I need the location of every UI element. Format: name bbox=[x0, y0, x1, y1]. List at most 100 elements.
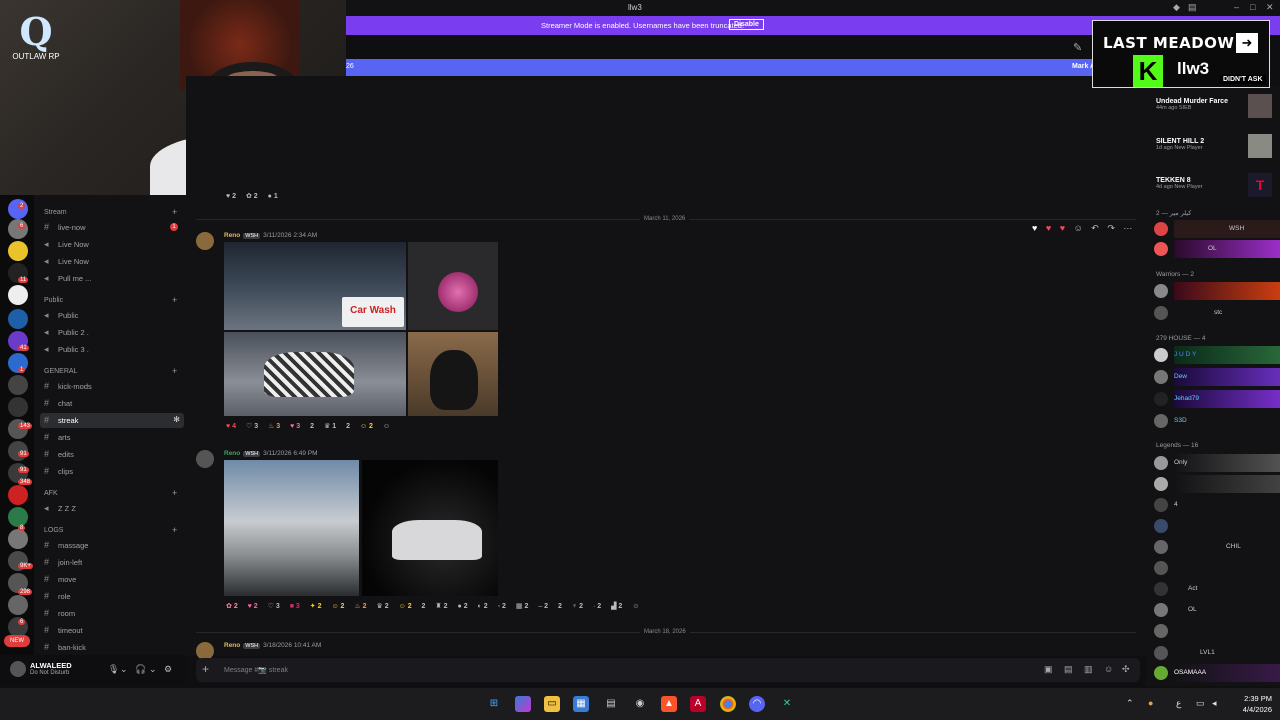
member-item[interactable]: S3D bbox=[1154, 412, 1276, 430]
skyline-photo[interactable] bbox=[224, 460, 359, 596]
gear-icon[interactable]: ⚙ bbox=[164, 664, 172, 675]
copilot-icon[interactable] bbox=[515, 696, 531, 712]
heart-icon[interactable]: ♥ bbox=[1032, 223, 1037, 233]
reaction-emoji[interactable]: 2 bbox=[558, 603, 562, 610]
channel-join-left[interactable]: # join-left bbox=[40, 555, 184, 570]
message-author[interactable]: Reno bbox=[224, 232, 240, 239]
reaction-emoji[interactable]: ♛ 2 bbox=[377, 602, 389, 610]
add-channel-icon[interactable]: + bbox=[172, 525, 177, 535]
member-item[interactable]: Dew bbox=[1154, 368, 1280, 386]
category-stream[interactable]: Stream bbox=[44, 209, 67, 216]
react-icon[interactable]: ♥ bbox=[1046, 223, 1051, 233]
sticker-icon[interactable]: ▥ bbox=[1084, 664, 1093, 675]
member-item[interactable]: OL bbox=[1154, 601, 1276, 619]
message-composer[interactable]: + Message #📷 streak ▣ ▤ ▥ ☺ ✣ bbox=[196, 658, 1140, 682]
add-reaction-icon[interactable]: ☺ bbox=[632, 603, 639, 610]
minimize-button[interactable]: – bbox=[1234, 2, 1239, 12]
add-channel-icon[interactable]: + bbox=[172, 207, 177, 217]
activity-card[interactable]: Undead Murder Farce 44m ago SIEB bbox=[1156, 94, 1278, 118]
add-channel-icon[interactable]: + bbox=[172, 295, 177, 305]
channel-arts[interactable]: # arts bbox=[40, 430, 184, 445]
reaction-emoji[interactable]: ◦ 2 bbox=[498, 603, 506, 610]
channel-live-now-2[interactable]: ◂ Live Now bbox=[40, 237, 184, 252]
avatar[interactable] bbox=[196, 450, 214, 468]
reaction-flower[interactable]: ✿ 2 bbox=[246, 192, 258, 200]
channel-live-now[interactable]: # live-now 1 bbox=[40, 220, 184, 235]
start-button-icon[interactable]: ⊞ bbox=[486, 696, 502, 712]
nitro-icon[interactable]: ◆ bbox=[1173, 2, 1180, 13]
reaction-emoji[interactable]: ◐ 2 bbox=[478, 603, 488, 610]
member-item[interactable] bbox=[1154, 282, 1280, 300]
reaction-emoji[interactable]: · 2 bbox=[593, 603, 601, 610]
channel-edits[interactable]: # edits bbox=[40, 447, 184, 462]
reaction-row[interactable]: ♥ 2 ✿ 2 ● 1 bbox=[226, 192, 286, 204]
night-car-photo[interactable] bbox=[362, 460, 498, 596]
brave-browser-icon[interactable]: ▲ bbox=[661, 696, 677, 712]
inbox-icon[interactable]: ▤ bbox=[1188, 2, 1197, 13]
volume-icon[interactable]: ◂ bbox=[1212, 698, 1217, 709]
excel-icon[interactable]: ✕ bbox=[779, 696, 795, 712]
member-item[interactable] bbox=[1154, 559, 1276, 577]
channel-settings-icon[interactable]: ✻ bbox=[173, 415, 180, 424]
reaction-emoji[interactable]: ♛ 1 bbox=[324, 422, 336, 430]
add-reaction-icon[interactable]: ☺ bbox=[383, 423, 390, 430]
adobe-icon[interactable]: A bbox=[690, 696, 706, 712]
reaction-emoji[interactable]: ▦ 2 bbox=[516, 602, 528, 610]
member-item[interactable]: Act bbox=[1154, 580, 1276, 598]
keyboard-language[interactable]: ع bbox=[1176, 698, 1181, 709]
channel-zzz[interactable]: ◂ Z Z Z bbox=[40, 501, 184, 516]
server-icon[interactable] bbox=[8, 485, 28, 505]
network-icon[interactable]: ▭ bbox=[1196, 698, 1205, 709]
composer-placeholder[interactable]: Message #📷 streak bbox=[224, 666, 288, 674]
maximize-button[interactable]: □ bbox=[1250, 2, 1255, 12]
server-icon[interactable] bbox=[8, 285, 28, 305]
reaction-smile[interactable]: ☺ 2 bbox=[360, 423, 373, 430]
wrapped-car-photo[interactable] bbox=[224, 332, 406, 416]
member-item[interactable]: OSAMAAA bbox=[1154, 664, 1280, 682]
chrome-icon[interactable] bbox=[720, 696, 736, 712]
member-item[interactable]: Jehad79 bbox=[1154, 390, 1280, 408]
category-public[interactable]: Public bbox=[44, 297, 63, 304]
reaction-emoji[interactable]: ♆ 2 bbox=[572, 603, 583, 610]
gift-icon[interactable]: ▣ bbox=[1044, 664, 1053, 675]
member-item[interactable]: 4 bbox=[1154, 496, 1276, 514]
headphones-icon[interactable]: 🎧 bbox=[135, 664, 146, 675]
server-icon[interactable] bbox=[8, 419, 28, 439]
gif-icon[interactable]: ▤ bbox=[1064, 664, 1073, 675]
disable-streamer-mode-button[interactable]: Disable bbox=[729, 19, 764, 30]
reaction-sparkle[interactable]: ✦ 2 bbox=[310, 602, 322, 610]
channel-chat[interactable]: # chat bbox=[40, 396, 184, 411]
channel-kick-mods[interactable]: # kick-mods bbox=[40, 379, 184, 394]
server-icon[interactable] bbox=[8, 595, 28, 615]
category-general[interactable]: GENERAL bbox=[44, 368, 77, 375]
chevron-down-icon[interactable]: ⌄ bbox=[120, 664, 128, 675]
reaction-white-heart[interactable]: ♡ 3 bbox=[268, 602, 280, 610]
reaction-emoji[interactable]: 2 bbox=[346, 423, 350, 430]
microphone-icon[interactable]: 🎙 bbox=[108, 664, 119, 675]
channel-live-now-3[interactable]: ◂ Live Now bbox=[40, 254, 184, 269]
member-item[interactable] bbox=[1154, 622, 1276, 640]
cat-photo[interactable] bbox=[408, 332, 498, 416]
reaction-emoji[interactable]: 2 bbox=[310, 423, 314, 430]
car-wash-photo[interactable]: Car Wash bbox=[224, 242, 406, 330]
drink-photo[interactable] bbox=[408, 242, 498, 330]
channel-timeout[interactable]: # timeout bbox=[40, 623, 184, 638]
channel-ban-kick[interactable]: # ban-kick bbox=[40, 640, 184, 655]
channel-pull-me[interactable]: ◂ Pull me ... bbox=[40, 271, 184, 286]
server-icon[interactable] bbox=[8, 375, 28, 395]
category-logs[interactable]: LOGS bbox=[44, 527, 63, 534]
heart-icon[interactable]: ♥ bbox=[1060, 223, 1065, 233]
new-server-badge[interactable]: NEW bbox=[4, 635, 30, 647]
server-icon[interactable] bbox=[8, 219, 28, 239]
reaction-fire[interactable]: ♨ 3 bbox=[268, 422, 280, 430]
reaction-flower[interactable]: ✿ 2 bbox=[226, 602, 238, 610]
obs-icon[interactable]: ◉ bbox=[632, 696, 648, 712]
member-item[interactable]: CHIL bbox=[1154, 538, 1276, 556]
reaction-emoji[interactable]: ☺ 2 bbox=[331, 603, 344, 610]
reaction-emoji[interactable]: – 2 bbox=[538, 603, 548, 610]
reaction-emoji[interactable]: ♜ 2 bbox=[435, 602, 447, 610]
server-icon[interactable] bbox=[8, 309, 28, 329]
store-icon[interactable]: ▦ bbox=[573, 696, 589, 712]
mic-tray-icon[interactable]: ● bbox=[1148, 698, 1153, 708]
category-afk[interactable]: AFK bbox=[44, 490, 58, 497]
